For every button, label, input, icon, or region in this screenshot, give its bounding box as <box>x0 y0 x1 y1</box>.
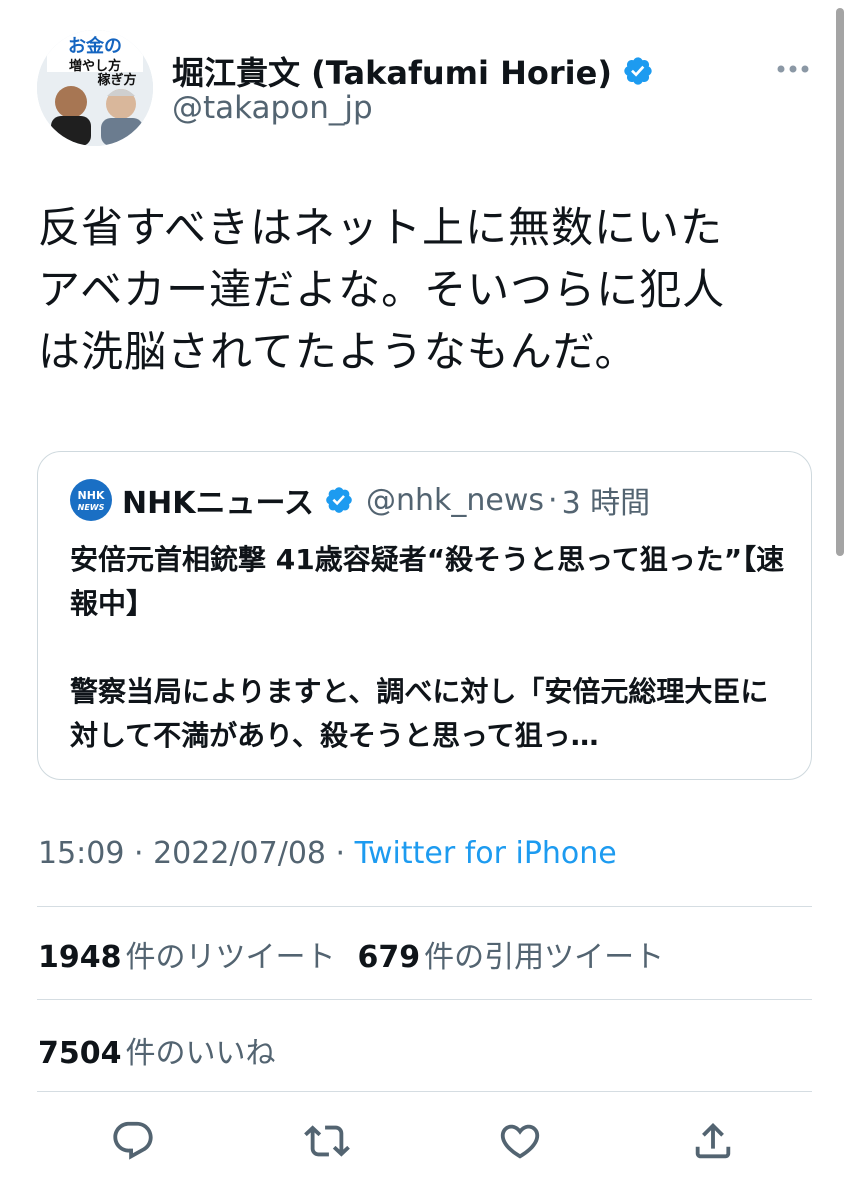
reply-button[interactable] <box>110 1118 156 1164</box>
verified-badge-icon <box>324 485 354 515</box>
like-button[interactable] <box>497 1118 543 1164</box>
nhk-logo-bottom: NEWS <box>78 503 105 512</box>
verified-badge-icon <box>622 55 654 87</box>
like-icon <box>500 1124 540 1159</box>
quoted-tweet-text: 安倍元首相銃撃 41歳容疑者“殺そうと思って狙った”【速報中】 警察当局によりま… <box>70 543 785 752</box>
likes-label: 件のいいね <box>125 1036 276 1071</box>
tweet-source-link[interactable]: Twitter for iPhone <box>355 836 617 871</box>
tweet-time[interactable]: 15:09 <box>38 836 124 871</box>
avatar-title-2: 増やし方 <box>69 58 121 74</box>
divider <box>37 999 812 1000</box>
author-display-name[interactable]: 堀江貴文 (Takafumi Horie) <box>172 48 654 94</box>
tweet-date[interactable]: 2022/07/08 <box>153 836 326 871</box>
reply-icon <box>113 1121 153 1160</box>
divider <box>37 906 812 907</box>
quoted-author-name: NHKニュース <box>122 486 314 521</box>
quoted-separator: · <box>548 482 558 518</box>
avatar-title-1: お金の <box>68 35 122 57</box>
meta-separator: · <box>326 836 355 871</box>
share-button[interactable] <box>690 1118 736 1164</box>
author-name-text: 堀江貴文 (Takafumi Horie) <box>172 54 612 92</box>
quotes-label: 件の引用ツイート <box>424 940 665 975</box>
quoted-author-handle: @nhk_news <box>365 482 545 518</box>
avatar-title-3: 稼ぎ方 <box>97 72 136 88</box>
quoted-timestamp: 3 時間 <box>561 486 651 521</box>
quotes-stat[interactable]: 679 件の引用ツイート <box>358 940 665 975</box>
stats-row-retweets: 1948 件のリツイート 679 件の引用ツイート <box>38 932 664 976</box>
tweet-text: 反省すべきはネット上に無数にいた アベカー達だよな。そいつらに犯人 は洗脳されて… <box>38 203 726 376</box>
avatar[interactable]: お金の 増やし方 稼ぎ方 <box>37 30 153 146</box>
meta-separator: · <box>124 836 154 871</box>
retweets-count: 1948 <box>38 940 122 975</box>
stats-row-likes: 7504 件のいいね <box>38 1028 276 1072</box>
nhk-logo-icon: NHK NEWS <box>70 479 112 521</box>
more-options-icon[interactable] <box>776 60 810 73</box>
retweet-icon <box>304 1125 350 1157</box>
share-icon <box>695 1122 731 1159</box>
likes-stat[interactable]: 7504 件のいいね <box>38 1036 276 1071</box>
quotes-count: 679 <box>357 940 421 975</box>
quoted-tweet[interactable]: NHK NEWS NHKニュース @nhk_news · 3 時間 安倍元首相銃… <box>37 451 812 780</box>
retweets-stat[interactable]: 1948 件のリツイート <box>38 940 336 975</box>
author-handle[interactable]: @takapon_jp <box>172 90 373 126</box>
tweet-meta: 15:09 · 2022/07/08 · Twitter for iPhone <box>38 836 617 871</box>
retweets-label: 件のリツイート <box>125 940 336 975</box>
quoted-tweet-header: NHK NEWS NHKニュース @nhk_news · 3 時間 <box>70 478 650 522</box>
likes-count: 7504 <box>38 1036 122 1071</box>
retweet-button[interactable] <box>304 1118 350 1164</box>
divider <box>37 1091 812 1092</box>
scrollbar[interactable] <box>836 8 844 556</box>
nhk-logo-top: NHK <box>78 489 105 502</box>
